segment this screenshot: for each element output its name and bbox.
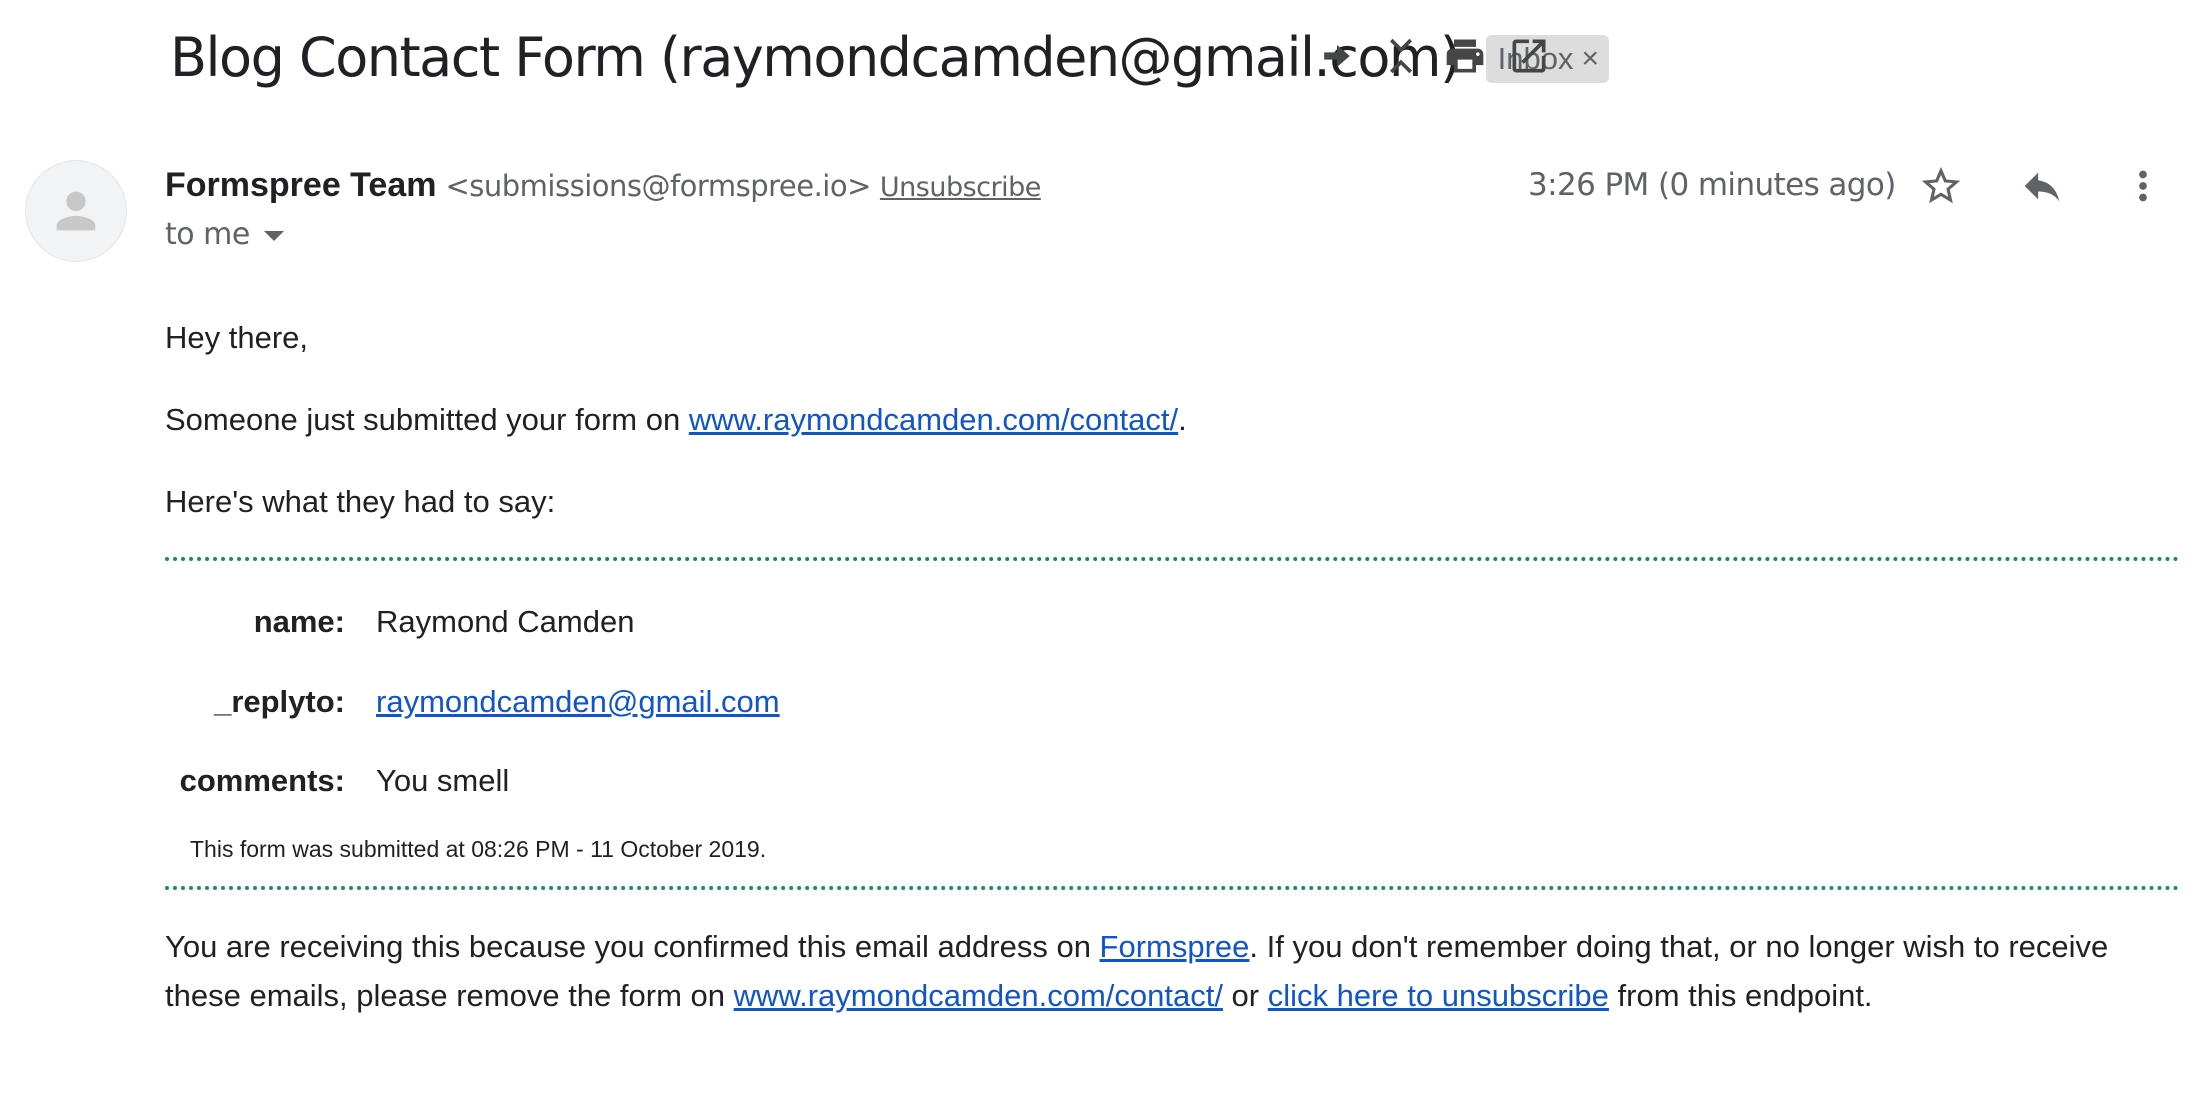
field-value-comments: You smell — [376, 763, 510, 798]
person-icon — [56, 191, 96, 231]
field-label-replyto: _replyto: — [214, 684, 345, 719]
recipient-details-toggle[interactable]: to me — [165, 217, 284, 252]
intro-suffix: . — [1178, 402, 1187, 437]
contact-page-link[interactable]: www.raymondcamden.com/contact/ — [689, 402, 1178, 437]
submitted-note: This form was submitted at 08:26 PM - 11… — [190, 836, 767, 862]
footer-text: You are receiving this because you confi… — [165, 922, 2185, 1020]
field-value-replyto: raymondcamden@gmail.com — [376, 684, 780, 720]
email-subject: Blog Contact Form (raymondcamden@gmail.c… — [170, 25, 1461, 89]
collapse-icon[interactable] — [1375, 28, 1427, 84]
forward-arrow-icon[interactable] — [1311, 28, 1363, 84]
formspree-link[interactable]: Formspree — [1100, 929, 1250, 964]
sender-email: <submissions@formspree.io> — [445, 169, 871, 203]
unsubscribe-endpoint-link[interactable]: click here to unsubscribe — [1268, 978, 1609, 1013]
sender-name[interactable]: Formspree Team — [165, 166, 436, 205]
field-label-name: name: — [253, 604, 345, 639]
reply-icon[interactable] — [2014, 158, 2070, 214]
footer-part-3: or — [1222, 978, 1268, 1013]
unsubscribe-link[interactable]: Unsubscribe — [880, 172, 1041, 203]
message-timestamp: 3:26 PM (0 minutes ago) — [1528, 167, 1896, 203]
more-vert-icon[interactable] — [2115, 158, 2171, 214]
sender-line: Formspree Team <submissions@formspree.io… — [165, 166, 1041, 205]
remove-label-icon[interactable]: × — [1581, 44, 1599, 74]
sender-avatar[interactable] — [25, 160, 127, 262]
recipient-text: to me — [165, 217, 250, 252]
top-divider — [165, 557, 2180, 561]
open-in-new-window-icon[interactable] — [1503, 28, 1555, 84]
bottom-divider — [165, 886, 2180, 890]
footer-site-link[interactable]: www.raymondcamden.com/contact/ — [734, 978, 1223, 1013]
greeting: Hey there, — [165, 320, 309, 355]
intro-line: Someone just submitted your form on www.… — [165, 402, 1187, 438]
lead-line: Here's what they had to say: — [165, 484, 556, 519]
footer-part-1: You are receiving this because you confi… — [165, 929, 1100, 964]
field-value-name: Raymond Camden — [376, 604, 635, 639]
chevron-down-icon — [263, 231, 284, 241]
print-icon[interactable] — [1439, 28, 1491, 84]
field-label-comments: comments: — [179, 763, 345, 798]
intro-prefix: Someone just submitted your form on — [165, 402, 689, 437]
star-icon[interactable] — [1913, 158, 1969, 214]
footer-part-4: from this endpoint. — [1608, 978, 1873, 1013]
replyto-email-link[interactable]: raymondcamden@gmail.com — [376, 684, 780, 719]
